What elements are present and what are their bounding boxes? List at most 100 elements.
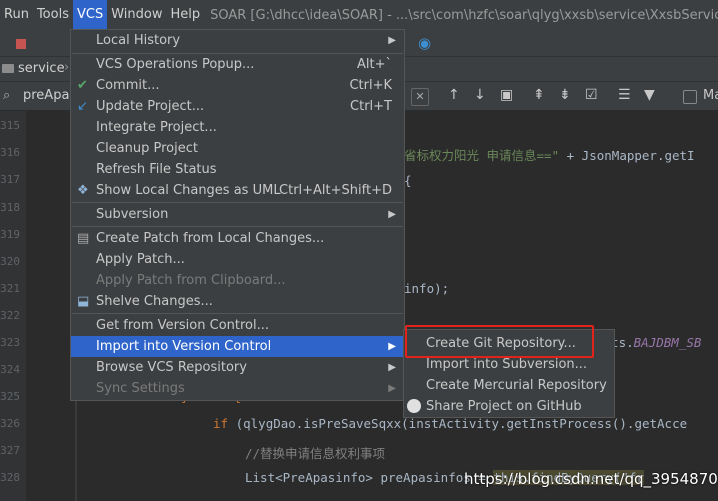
select-all-occurrences-icon[interactable]: ▣ bbox=[500, 87, 513, 103]
line-number: 327 bbox=[0, 444, 20, 457]
menu-item-shortcut: Ctrl+T bbox=[350, 99, 392, 114]
line-number: 325 bbox=[0, 390, 20, 403]
commit-check-icon: ✔ bbox=[77, 78, 88, 93]
match-case-label: Ma bbox=[703, 88, 718, 103]
folder-icon bbox=[2, 64, 14, 73]
menu-item-browse-vcs-repository[interactable]: Browse VCS Repository ▶ bbox=[71, 357, 404, 378]
menu-item-get-from-vcs[interactable]: Get from Version Control... bbox=[71, 315, 404, 336]
line-number: 316 bbox=[0, 146, 20, 159]
menu-item-label: Share Project on GitHub bbox=[426, 399, 582, 414]
add-occurrence-icon[interactable]: ⇞ bbox=[533, 87, 545, 103]
line-number: 321 bbox=[0, 282, 20, 295]
line-number: 328 bbox=[0, 471, 20, 484]
menu-item-label: Apply Patch... bbox=[96, 252, 185, 267]
line-number: 317 bbox=[0, 173, 20, 186]
menu-item-shortcut: Ctrl+Alt+Shift+D bbox=[279, 183, 392, 198]
code-line-321: info); bbox=[404, 281, 450, 296]
filter-icon[interactable]: ▼ bbox=[644, 87, 655, 103]
menu-item-refresh-file-status[interactable]: Refresh File Status bbox=[71, 159, 404, 180]
menu-item-label: Sync Settings bbox=[96, 381, 185, 396]
previous-occurrence-icon[interactable]: ↑ bbox=[448, 87, 460, 103]
line-number: 319 bbox=[0, 228, 20, 241]
menu-separator bbox=[72, 202, 403, 203]
menu-item-label: Browse VCS Repository bbox=[96, 360, 247, 375]
menu-item-shortcut: Ctrl+K bbox=[349, 78, 392, 93]
code-text: (qlygDao.isPreSaveSqxx(instActivity.getI… bbox=[228, 416, 688, 431]
menu-item-label: Update Project... bbox=[96, 99, 205, 114]
menu-vcs[interactable]: VCS bbox=[72, 0, 108, 30]
line-number: 322 bbox=[0, 309, 20, 322]
watermark: https://blog.csdn.net/qq_39548700 bbox=[464, 470, 718, 488]
window-title: SOAR [G:\dhcc\idea\SOAR] - ...\src\com\h… bbox=[210, 7, 718, 23]
search-icon[interactable]: ⌕ bbox=[3, 88, 10, 103]
vcs-menu-dropdown: Local History ▶ VCS Operations Popup... … bbox=[70, 29, 405, 401]
breadcrumb-service[interactable]: service bbox=[18, 61, 65, 76]
menu-item-create-patch[interactable]: ▤ Create Patch from Local Changes... bbox=[71, 228, 404, 249]
submenu-arrow-icon: ▶ bbox=[388, 383, 396, 394]
code-text: + JsonMapper.getI bbox=[559, 148, 695, 163]
menu-item-import-into-vcs[interactable]: Import into Version Control ▶ bbox=[71, 336, 404, 357]
code-constant: BAJDBM_SB bbox=[633, 335, 702, 350]
menu-item-sync-settings: Sync Settings ▶ bbox=[71, 378, 404, 399]
menu-item-update-project[interactable]: ↙ Update Project... Ctrl+T bbox=[71, 96, 404, 117]
multiline-icon[interactable]: ☰ bbox=[618, 87, 631, 103]
menu-item-shelve-changes[interactable]: ⬓ Shelve Changes... bbox=[71, 291, 404, 312]
line-number-gutter: 315 316 317 318 319 320 321 322 323 324 … bbox=[0, 111, 26, 501]
line-number: 315 bbox=[0, 119, 20, 132]
next-occurrence-icon[interactable]: ↓ bbox=[474, 87, 486, 103]
menu-item-apply-patch[interactable]: Apply Patch... bbox=[71, 249, 404, 270]
shelve-icon: ⬓ bbox=[77, 294, 90, 309]
menu-item-commit[interactable]: ✔ Commit... Ctrl+K bbox=[71, 75, 404, 96]
menu-item-label: Apply Patch from Clipboard... bbox=[96, 273, 286, 288]
menu-separator bbox=[72, 226, 403, 227]
chevron-right-icon: › bbox=[64, 60, 70, 75]
menu-item-show-local-changes-uml[interactable]: ❖ Show Local Changes as UML Ctrl+Alt+Shi… bbox=[71, 180, 404, 201]
code-text: List<PreApasinfo> preApasinfos = bbox=[245, 470, 494, 485]
patch-icon: ▤ bbox=[77, 231, 90, 246]
submenu-arrow-icon: ▶ bbox=[388, 362, 396, 373]
menu-item-label: Cleanup Project bbox=[96, 141, 198, 156]
clear-search-icon[interactable]: ✕ bbox=[411, 88, 429, 106]
code-line-327: //替换申请信息权利事项 bbox=[245, 446, 386, 461]
menu-separator bbox=[72, 313, 403, 314]
submenu-arrow-icon: ▶ bbox=[388, 35, 396, 46]
match-case-checkbox[interactable] bbox=[683, 90, 697, 104]
menu-item-label: Shelve Changes... bbox=[96, 294, 213, 309]
menu-item-label: Subversion bbox=[96, 207, 169, 222]
search-input[interactable]: preApas bbox=[23, 88, 76, 103]
select-all-occurrences-alt-icon[interactable]: ☑ bbox=[585, 87, 598, 103]
menu-window[interactable]: Window bbox=[107, 0, 166, 30]
line-number: 324 bbox=[0, 363, 20, 376]
submenu-arrow-icon: ▶ bbox=[388, 209, 396, 220]
menu-item-label: Integrate Project... bbox=[96, 120, 217, 135]
update-arrow-icon: ↙ bbox=[77, 99, 88, 114]
github-icon bbox=[407, 399, 421, 413]
remove-occurrence-icon[interactable]: ⇟ bbox=[559, 87, 571, 103]
menu-item-shortcut: Alt+` bbox=[357, 57, 392, 72]
menu-item-local-history[interactable]: Local History ▶ bbox=[71, 30, 404, 51]
menu-help[interactable]: Help bbox=[166, 0, 204, 30]
menu-item-subversion[interactable]: Subversion ▶ bbox=[71, 204, 404, 225]
menu-item-label: Show Local Changes as UML bbox=[96, 183, 281, 198]
highlight-annotation-box bbox=[405, 325, 594, 358]
code-keyword: if bbox=[213, 416, 229, 431]
menu-item-create-mercurial-repository[interactable]: Create Mercurial Repository bbox=[404, 375, 614, 396]
commit-circle-icon[interactable]: ◉ bbox=[418, 34, 431, 52]
menu-item-label: Commit... bbox=[96, 78, 160, 93]
menu-run[interactable]: Run bbox=[0, 0, 33, 30]
line-number: 323 bbox=[0, 336, 20, 349]
menu-item-label: Import into Version Control bbox=[96, 339, 272, 354]
menu-item-apply-patch-clipboard: Apply Patch from Clipboard... bbox=[71, 270, 404, 291]
menu-item-integrate-project[interactable]: Integrate Project... bbox=[71, 117, 404, 138]
menu-item-label: Refresh File Status bbox=[96, 162, 217, 177]
menu-tools[interactable]: Tools bbox=[33, 0, 73, 30]
menu-item-vcs-operations-popup[interactable]: VCS Operations Popup... Alt+` bbox=[71, 54, 404, 75]
menubar: Run Tools VCS Window Help SOAR [G:\dhcc\… bbox=[0, 0, 718, 30]
uml-diagram-icon: ❖ bbox=[77, 183, 89, 198]
submenu-arrow-icon: ▶ bbox=[388, 341, 396, 352]
menu-item-share-on-github[interactable]: Share Project on GitHub bbox=[404, 396, 614, 417]
menu-item-label: VCS Operations Popup... bbox=[96, 57, 255, 72]
stop-icon[interactable] bbox=[16, 39, 26, 49]
menu-item-cleanup-project[interactable]: Cleanup Project bbox=[71, 138, 404, 159]
menu-item-label: Get from Version Control... bbox=[96, 318, 270, 333]
